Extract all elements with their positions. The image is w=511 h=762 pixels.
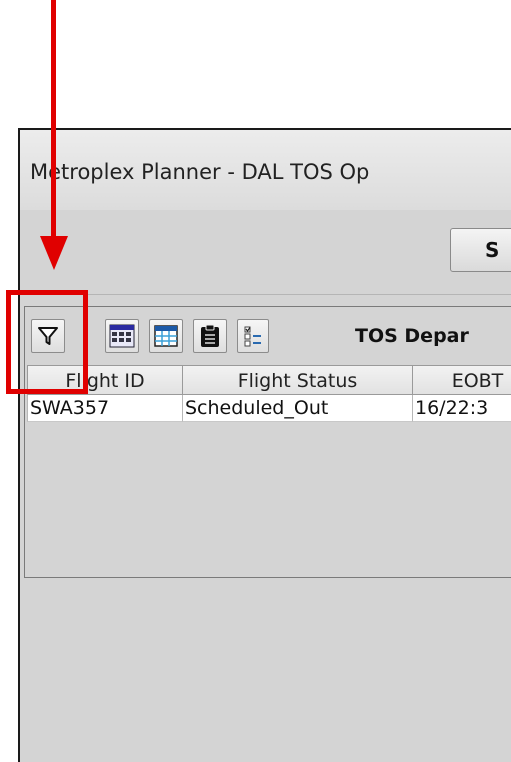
annotation-arrow-shaft [51, 0, 56, 240]
grid-select-icon [109, 324, 135, 348]
panel-toolbar: TOS Depar [25, 307, 511, 359]
tos-departures-panel: TOS Depar Flight ID Flight Status EOBT S… [24, 306, 511, 578]
columns-button[interactable] [105, 319, 139, 353]
screenshot-canvas: Metroplex Planner - DAL TOS Op S TOS Dep… [0, 0, 511, 762]
clipboard-icon [201, 324, 219, 347]
clipboard-button[interactable] [193, 319, 227, 353]
top-action-button-label: S [485, 238, 500, 262]
metroplex-planner-window: Metroplex Planner - DAL TOS Op S TOS Dep… [18, 128, 511, 762]
top-button-strip: S [20, 210, 511, 295]
table-header-row: Flight ID Flight Status EOBT [27, 365, 511, 395]
window-title: Metroplex Planner - DAL TOS Op [30, 160, 370, 184]
panel-title: TOS Depar [355, 325, 469, 347]
checklist-button[interactable] [237, 319, 269, 353]
top-action-button[interactable]: S [450, 228, 511, 272]
annotation-highlight-box [6, 290, 88, 394]
checklist-icon [244, 326, 261, 347]
cell-flight-id[interactable]: SWA357 [27, 395, 183, 422]
window-titlebar[interactable]: Metroplex Planner - DAL TOS Op [20, 130, 511, 211]
table-view-button[interactable] [149, 319, 183, 353]
table-row[interactable]: SWA357 Scheduled_Out 16/22:3 [27, 395, 511, 422]
cell-flight-status[interactable]: Scheduled_Out [183, 395, 413, 422]
table-icon [154, 325, 178, 347]
flights-table: Flight ID Flight Status EOBT SWA357 Sche… [27, 365, 511, 575]
annotation-arrow-head [40, 236, 68, 270]
column-header-flight-status[interactable]: Flight Status [183, 365, 413, 395]
cell-eobt[interactable]: 16/22:3 [413, 395, 511, 422]
column-header-eobt[interactable]: EOBT [413, 365, 511, 395]
